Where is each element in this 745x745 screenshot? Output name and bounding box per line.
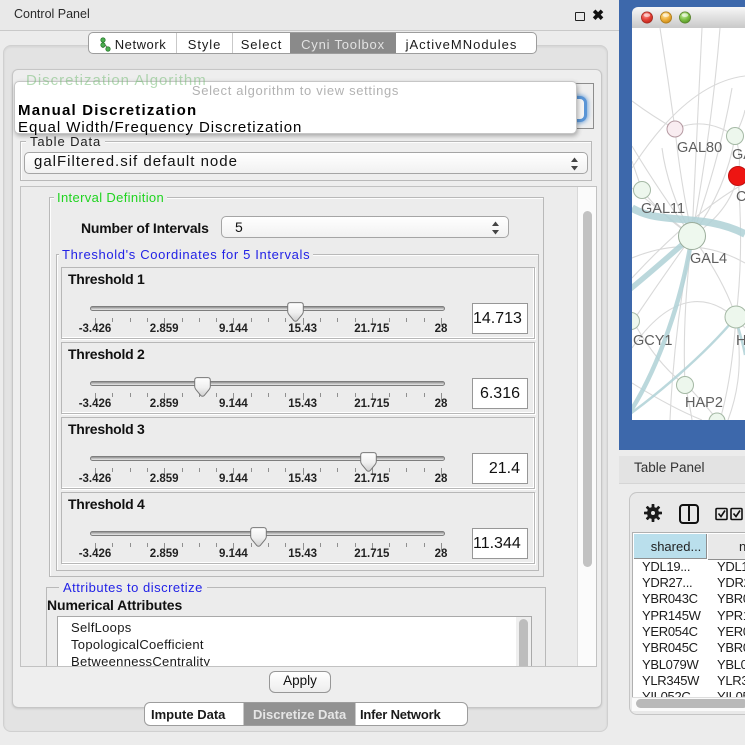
svg-text:GAL80: GAL80 [677,140,722,156]
svg-text:GAL4: GAL4 [690,251,727,267]
svg-text:GCY1: GCY1 [633,333,673,349]
svg-text:H: H [736,333,745,349]
svg-text:GAL11: GAL11 [641,201,685,217]
svg-text:GA: GA [732,147,745,163]
svg-text:C: C [736,189,745,205]
svg-text:HAP2: HAP2 [685,395,723,411]
